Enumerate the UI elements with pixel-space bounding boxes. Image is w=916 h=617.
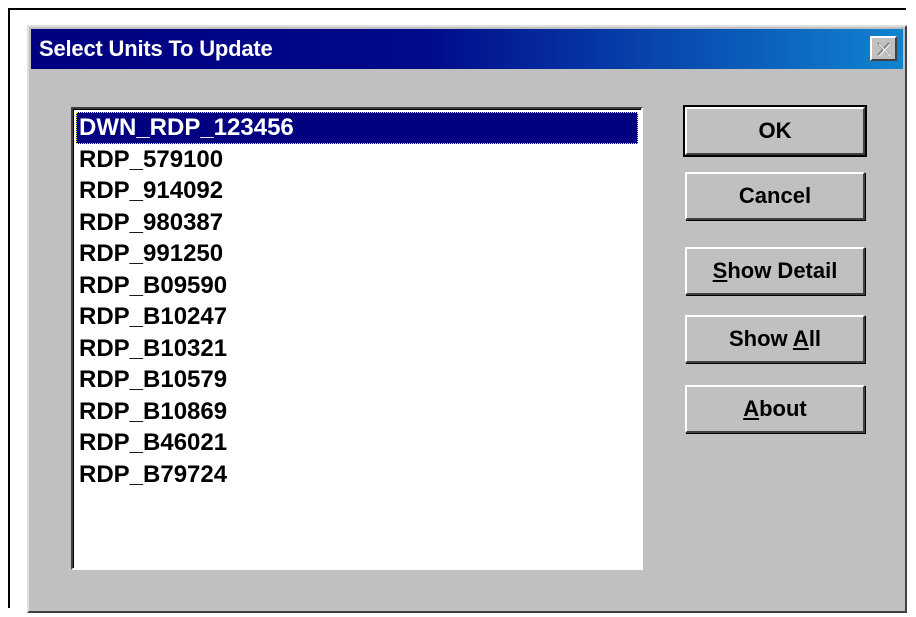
about-button-label: About [743,396,807,422]
list-item[interactable]: RDP_914092 [76,175,638,207]
cancel-button[interactable]: Cancel [685,172,865,220]
show-all-mnemonic: A [792,326,809,351]
show-all-button[interactable]: Show All [685,315,865,363]
list-item[interactable]: RDP_B46021 [76,427,638,459]
about-button[interactable]: About [685,385,865,433]
show-detail-rest: how Detail [727,258,838,283]
list-item[interactable]: RDP_B09590 [76,270,638,302]
close-icon [877,41,891,56]
about-mnemonic: A [743,396,760,421]
ok-button-label: OK [758,118,792,143]
list-item[interactable]: RDP_991250 [76,238,638,270]
window-title: Select Units To Update [39,36,273,61]
show-all-rest: ll [808,326,822,351]
close-button[interactable] [870,36,897,61]
show-detail-mnemonic: S [712,258,728,283]
show-detail-button[interactable]: Show Detail [685,247,865,295]
list-item[interactable]: RDP_980387 [76,207,638,239]
show-detail-button-label: Show Detail [713,258,838,284]
title-bar: Select Units To Update [31,29,903,69]
list-item[interactable]: RDP_B10579 [76,364,638,396]
units-listbox[interactable]: DWN_RDP_123456 RDP_579100 RDP_914092 RDP_98… [71,107,643,570]
list-item[interactable]: RDP_B10869 [76,396,638,428]
show-all-prefix: Show [728,326,793,351]
list-item[interactable]: RDP_B10321 [76,333,638,365]
list-item[interactable]: RDP_B10247 [76,301,638,333]
select-units-dialog: Select Units To Update DWN_RDP_123456 RDP… [27,25,907,613]
about-rest: bout [759,396,807,421]
ok-button[interactable]: OK [683,105,867,157]
cancel-button-label: Cancel [738,183,812,208]
list-item[interactable]: RDP_579100 [76,144,638,176]
list-item[interactable]: DWN_RDP_123456 [76,112,638,144]
show-all-button-label: Show All [729,326,821,352]
list-item[interactable]: RDP_B79724 [76,459,638,491]
